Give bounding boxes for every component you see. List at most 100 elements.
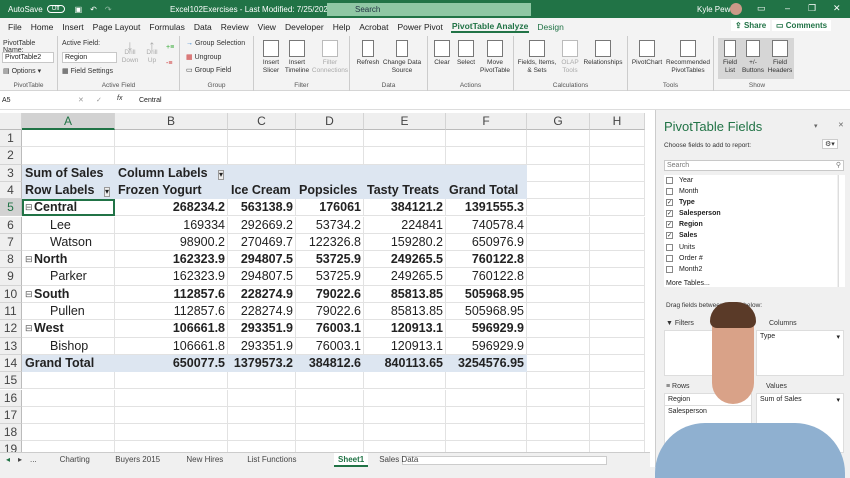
field-item[interactable]: Order # <box>664 253 837 264</box>
menu-tab-formulas[interactable]: Formulas <box>148 22 185 32</box>
function-icon[interactable]: fx <box>117 95 122 102</box>
cell[interactable] <box>364 406 446 425</box>
menu-tab-developer[interactable]: Developer <box>284 22 325 32</box>
sheet-tab[interactable]: Buyers 2015 <box>115 455 160 464</box>
field-list-button[interactable]: Field List <box>720 40 740 75</box>
value-cell[interactable]: 162323.9 <box>115 268 228 285</box>
cell[interactable] <box>527 268 590 286</box>
collapse-icon[interactable]: ⊟ <box>25 254 33 265</box>
value-cell[interactable]: 293351.9 <box>228 320 296 337</box>
value-cell[interactable]: 76003.1 <box>296 338 364 355</box>
field-headers-button[interactable]: Field Headers <box>766 40 794 75</box>
field-checkbox[interactable]: ✓ <box>666 210 673 218</box>
value-cell[interactable]: 292669.2 <box>228 217 296 234</box>
column-header[interactable]: H <box>590 113 645 130</box>
field-checkbox[interactable] <box>666 265 673 273</box>
cell[interactable] <box>228 424 296 442</box>
cell[interactable] <box>527 181 590 200</box>
filter-dropdown-icon[interactable]: ▾ <box>104 186 111 197</box>
cell[interactable] <box>590 147 645 165</box>
cell[interactable] <box>228 389 296 407</box>
field-settings-button[interactable]: ▦ Field Settings <box>62 67 113 75</box>
grand-total-value[interactable]: 840113.65 <box>364 355 446 372</box>
insert-timeline-button[interactable]: Insert Timeline <box>282 40 312 75</box>
cell[interactable] <box>22 389 115 407</box>
menu-tab-design[interactable]: Design <box>536 22 564 32</box>
sum-label[interactable]: Sum of Sales <box>22 165 115 182</box>
menu-tab-acrobat[interactable]: Acrobat <box>358 22 389 32</box>
cell[interactable] <box>296 130 364 148</box>
fields-items-sets-button[interactable]: Fields, Items, & Sets <box>516 40 558 75</box>
row-header[interactable]: 17 <box>0 406 22 425</box>
cell[interactable] <box>22 372 115 390</box>
field-checkbox[interactable] <box>666 243 673 251</box>
row-header[interactable]: 16 <box>0 389 22 407</box>
search-box[interactable]: Search <box>327 3 531 16</box>
value-cell[interactable]: 228274.9 <box>228 286 296 303</box>
value-cell[interactable]: 120913.1 <box>364 338 446 355</box>
value-cell[interactable]: 740578.4 <box>446 217 527 234</box>
row-header[interactable]: 9 <box>0 268 22 286</box>
cell[interactable] <box>527 285 590 303</box>
cell[interactable] <box>590 130 645 148</box>
autosave-toggle[interactable]: Off <box>46 5 65 13</box>
row-header[interactable]: 15 <box>0 372 22 390</box>
cell[interactable] <box>527 251 590 269</box>
cell[interactable] <box>364 130 446 148</box>
collapse-field-icon[interactable]: -≡ <box>166 60 172 67</box>
cell[interactable] <box>446 372 527 390</box>
cell[interactable] <box>364 372 446 390</box>
row-labels-filter[interactable]: Row Labels <box>22 182 115 199</box>
cell[interactable] <box>527 233 590 252</box>
horizontal-scrollbar[interactable] <box>402 456 607 465</box>
row-header[interactable]: 7 <box>0 233 22 252</box>
cell[interactable] <box>590 372 645 390</box>
field-checkbox[interactable]: ✓ <box>666 232 673 240</box>
value-cell[interactable]: 760122.8 <box>446 268 527 285</box>
value-cell[interactable]: 169334 <box>115 217 228 234</box>
grand-total-value[interactable]: 3254576.95 <box>446 355 527 372</box>
select-button[interactable]: Select <box>454 40 478 67</box>
drill-down-button[interactable]: ↓ Drill Down <box>120 38 140 65</box>
cell[interactable] <box>115 130 228 148</box>
cell[interactable] <box>527 130 590 148</box>
menu-tab-review[interactable]: Review <box>220 22 250 32</box>
cell[interactable] <box>590 199 645 217</box>
value-cell[interactable]: 79022.6 <box>296 303 364 320</box>
value-cell[interactable]: 1391555.3 <box>446 199 527 216</box>
cell[interactable] <box>296 372 364 390</box>
avatar[interactable] <box>730 3 742 15</box>
buttons-toggle[interactable]: +/- Buttons <box>740 40 766 75</box>
cell[interactable] <box>115 389 228 407</box>
cell[interactable] <box>590 181 645 200</box>
row-header[interactable]: 1 <box>0 130 22 148</box>
cell[interactable] <box>590 354 645 373</box>
field-list-scrollbar[interactable] <box>838 175 845 287</box>
column-header[interactable]: D <box>296 113 364 130</box>
field-checkbox[interactable] <box>666 188 673 196</box>
refresh-button[interactable]: Refresh <box>354 40 382 67</box>
cell[interactable] <box>446 441 527 452</box>
value-cell[interactable]: 563138.9 <box>228 199 296 216</box>
sheet-tab[interactable]: Sales Data <box>379 455 418 464</box>
cell[interactable] <box>527 337 590 355</box>
region-label[interactable]: South <box>22 286 115 303</box>
field-search-input[interactable]: Search ⚲ <box>664 160 844 171</box>
menu-tab-page-layout[interactable]: Page Layout <box>92 22 142 32</box>
menu-tab-insert[interactable]: Insert <box>61 22 84 32</box>
field-checkbox[interactable]: ✓ <box>666 199 673 207</box>
restore-icon[interactable]: ❐ <box>808 3 816 14</box>
cell[interactable] <box>115 406 228 425</box>
row-header[interactable]: 11 <box>0 303 22 321</box>
group-field-button[interactable]: ▭ Group Field <box>186 66 231 74</box>
sheet-tab[interactable]: Charting <box>60 455 90 464</box>
field-item[interactable]: ✓ Salesperson <box>664 208 837 219</box>
change-data-source-button[interactable]: Change Data Source <box>380 40 424 75</box>
value-cell[interactable]: 294807.5 <box>228 268 296 285</box>
expand-field-icon[interactable]: +≡ <box>166 44 174 51</box>
region-label[interactable]: North <box>22 251 115 268</box>
close-icon[interactable]: ✕ <box>833 3 841 14</box>
cell[interactable] <box>590 268 645 286</box>
cell[interactable] <box>22 130 115 148</box>
column-labels-filter[interactable]: Column Labels <box>115 165 296 182</box>
